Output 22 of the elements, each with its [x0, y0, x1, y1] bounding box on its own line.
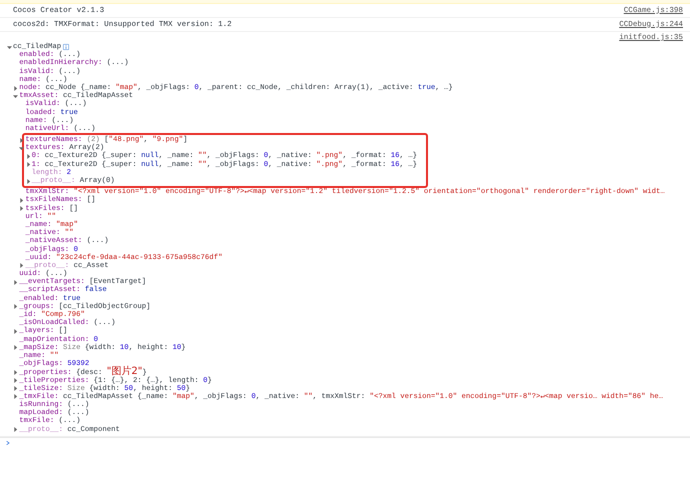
- expand-triangle-icon[interactable]: [19, 206, 24, 212]
- info-icon[interactable]: [63, 44, 70, 50]
- expand-triangle-icon[interactable]: [13, 328, 18, 334]
- expand-triangle-icon[interactable]: [13, 304, 18, 310]
- expand-triangle-icon[interactable]: [7, 44, 12, 50]
- expand-triangle-icon[interactable]: [13, 427, 18, 432]
- expand-triangle-icon[interactable]: [19, 198, 24, 203]
- expand-triangle-icon[interactable]: [13, 370, 18, 375]
- expand-triangle-icon[interactable]: [13, 94, 18, 99]
- expand-triangle-icon[interactable]: [13, 86, 18, 91]
- expand-triangle-icon[interactable]: [26, 154, 31, 160]
- expand-triangle-icon[interactable]: [26, 162, 31, 168]
- expand-triangle-icon[interactable]: [19, 138, 24, 143]
- expand-triangle-icon[interactable]: [13, 345, 18, 350]
- expand-triangle-icon[interactable]: [19, 263, 24, 268]
- expand-triangle-icon[interactable]: [19, 146, 24, 151]
- expand-triangle-icon[interactable]: [13, 378, 18, 384]
- expand-triangle-icon[interactable]: [13, 280, 18, 285]
- expand-triangle-icon[interactable]: [13, 394, 18, 400]
- expand-triangle-icon[interactable]: [26, 178, 31, 184]
- expand-triangle-icon[interactable]: [13, 386, 18, 392]
- prompt-chevron-icon: [6, 440, 10, 446]
